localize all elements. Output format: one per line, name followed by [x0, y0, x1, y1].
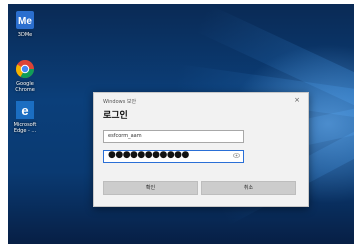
- cancel-button[interactable]: 취소: [201, 181, 296, 195]
- desktop-icon-edge[interactable]: e Microsoft Edge - ...: [10, 100, 40, 134]
- svg-text:e: e: [21, 103, 28, 118]
- ok-button[interactable]: 확인: [103, 181, 198, 195]
- desktop-icon-label: Microsoft Edge - ...: [13, 122, 37, 134]
- username-field[interactable]: esfcorm_aam: [103, 130, 244, 143]
- chrome-icon: [15, 59, 35, 79]
- desktop-icon-label: 3DMe: [17, 32, 33, 38]
- reveal-password-icon[interactable]: [232, 153, 241, 160]
- password-value: ●●●●●●●●●●●: [108, 150, 189, 160]
- 3dme-icon: Me: [15, 10, 35, 30]
- edge-icon: e: [15, 100, 35, 120]
- desktop-icon-chrome[interactable]: Google Chrome: [10, 59, 40, 93]
- password-field[interactable]: ●●●●●●●●●●●: [103, 150, 244, 163]
- desktop-icon-label: Google Chrome: [15, 81, 35, 93]
- dialog-heading: 로그인: [103, 111, 128, 121]
- windows-security-dialog: Windows 보안 × 로그인 esfcorm_aam ●●●●●●●●●●●…: [93, 92, 309, 207]
- desktop-icon-3dme[interactable]: Me 3DMe: [10, 10, 40, 38]
- dialog-title: Windows 보안: [103, 99, 137, 105]
- svg-text:Me: Me: [18, 16, 32, 27]
- close-icon[interactable]: ×: [294, 96, 300, 104]
- username-value: esfcorm_aam: [108, 133, 142, 139]
